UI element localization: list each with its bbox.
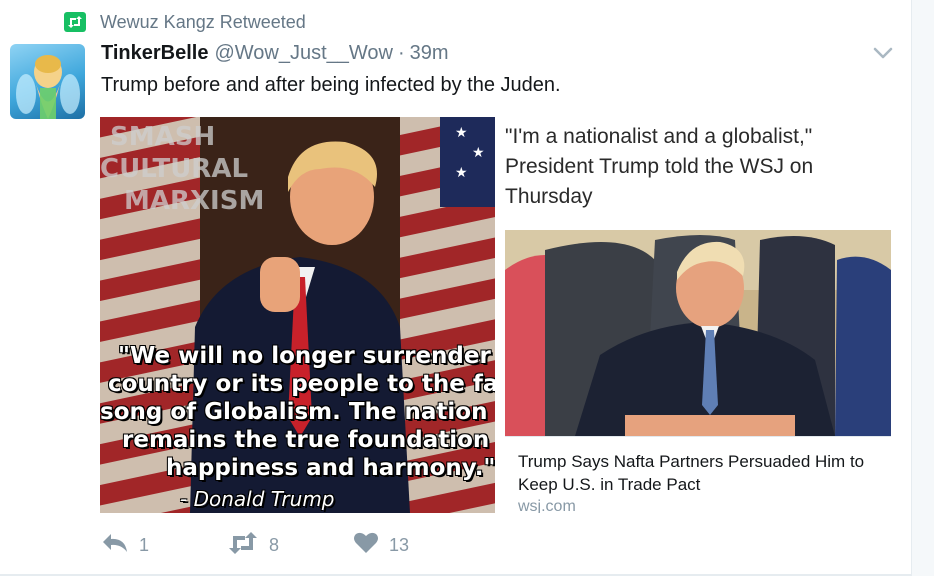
card-quote-line-2: President Trump told the WSJ on (505, 155, 814, 178)
reply-action[interactable]: 1 (101, 532, 227, 559)
card-quote-line-3: Thursday (505, 185, 593, 208)
media-quote-line-3: song of Globalism. The nation st (100, 399, 495, 425)
chevron-down-icon[interactable] (872, 44, 894, 62)
media-photo-left[interactable]: ★ ★ ★ SMASH CULTURAL MARXISM "We will no… (100, 117, 495, 513)
card-quote-line-1: "I'm a nationalist and a globalist," (505, 125, 813, 148)
link-card[interactable]: "I'm a nationalist and a globalist," Pre… (496, 117, 896, 513)
like-action[interactable]: 13 (353, 532, 409, 559)
display-name[interactable]: TinkerBelle (101, 42, 208, 65)
like-count: 13 (389, 534, 410, 555)
media-quote-line-2: country or its people to the fal (108, 371, 495, 397)
tweet-actions: 1 8 13 (101, 530, 409, 560)
tweet-text: Trump before and after being infected by… (101, 74, 561, 96)
retweet-context: Wewuz Kangz Retweeted (64, 11, 306, 33)
media-quote-line-5: happiness and harmony." (166, 455, 495, 481)
svg-text:★: ★ (472, 144, 485, 160)
retweet-badge-icon (64, 12, 86, 32)
reply-count: 1 (139, 534, 150, 555)
watermark-line-1: SMASH (110, 122, 215, 152)
card-photo[interactable] (505, 230, 891, 436)
retweet-action[interactable]: 8 (227, 531, 353, 559)
card-photo-graphic (505, 230, 891, 436)
retweet-icon[interactable] (227, 531, 259, 559)
retweet-count: 8 (269, 534, 280, 555)
separator-dot: · (397, 42, 405, 64)
avatar[interactable] (10, 44, 85, 119)
card-domain: wsj.com (518, 498, 576, 513)
timestamp[interactable]: 39m (410, 42, 449, 65)
right-gutter (911, 0, 934, 576)
heart-icon[interactable] (353, 532, 379, 559)
watermark-line-2: CULTURAL (100, 154, 248, 184)
reply-icon[interactable] (101, 532, 129, 559)
card-quote: "I'm a nationalist and a globalist," Pre… (505, 122, 865, 212)
card-title-line-2: Keep U.S. in Trade Pact (518, 475, 701, 494)
card-title-line-1: Trump Says Nafta Partners Persuaded Him … (518, 452, 865, 471)
media-attribution: - Donald Trump (180, 487, 335, 511)
svg-text:★: ★ (455, 164, 468, 180)
username-handle[interactable]: @Wow_Just__Wow (214, 42, 393, 65)
media-quote-line-1: "We will no longer surrender th (118, 343, 495, 369)
svg-text:★: ★ (455, 124, 468, 140)
tweet-header: TinkerBelle @Wow_Just__Wow · 39m (101, 42, 449, 70)
media-photo-graphic: ★ ★ ★ SMASH CULTURAL MARXISM (100, 117, 495, 513)
watermark-line-3: MARXISM (124, 186, 264, 216)
media-quote-line-4: remains the true foundation fo (122, 427, 495, 453)
card-text[interactable]: Trump Says Nafta Partners Persuaded Him … (505, 436, 891, 513)
retweet-context-text[interactable]: Wewuz Kangz Retweeted (100, 12, 306, 33)
